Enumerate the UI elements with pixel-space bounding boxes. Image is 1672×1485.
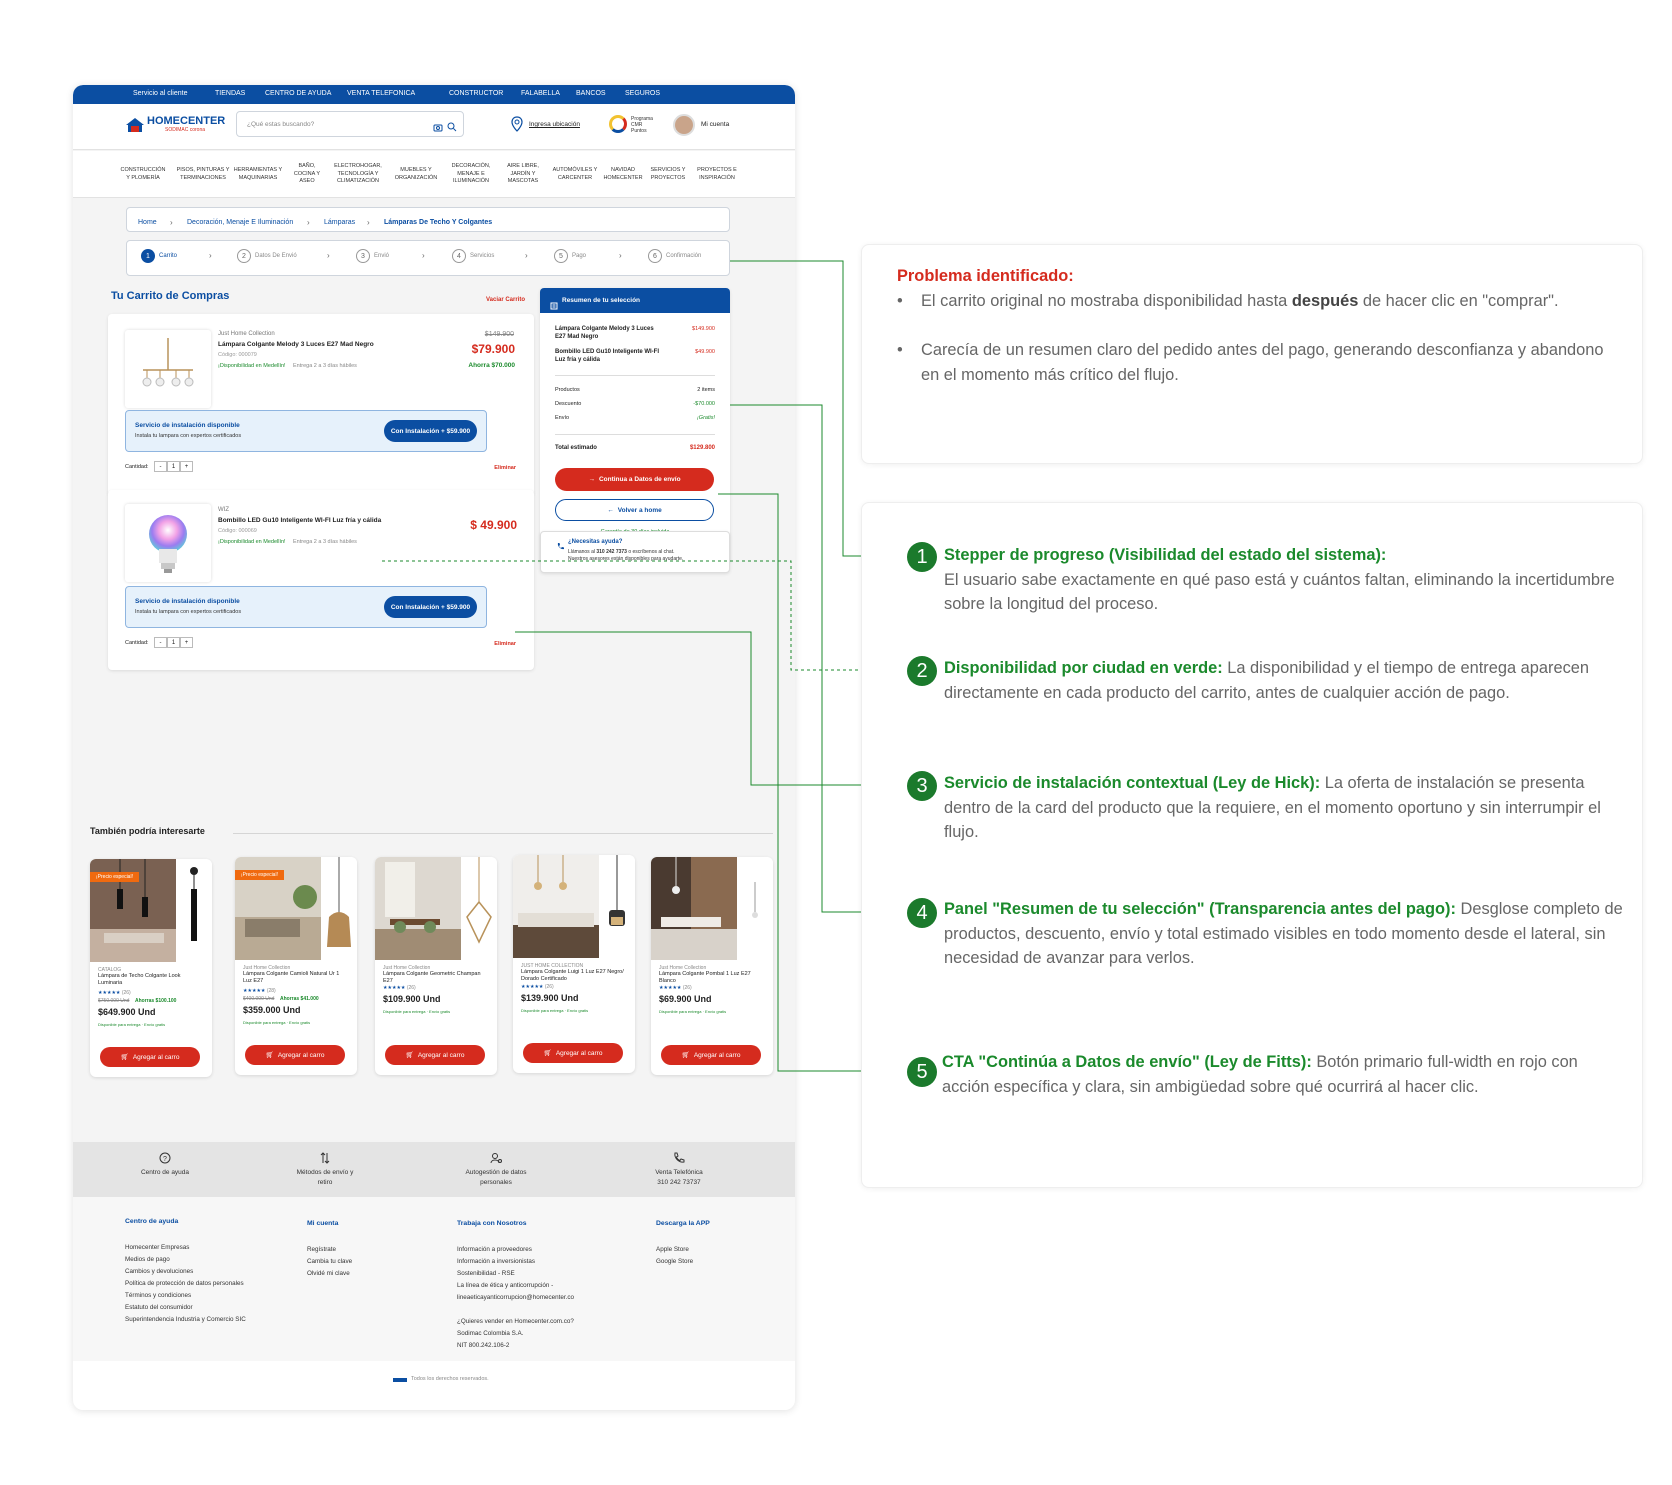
problem-text: El carrito original no mostraba disponib… [921,292,1292,310]
annotation-title: Panel "Resumen de tu selección" (Transpa… [944,900,1456,918]
connector-line [382,560,890,671]
solutions-panel: 1 Stepper de progreso (Visibilidad del e… [861,502,1643,1188]
problem-panel: Problema identificado: • El carrito orig… [861,244,1643,464]
problem-text: Carecía de un resumen claro del pedido a… [921,341,1604,384]
bullet-dot: • [897,341,903,359]
annotation-title: Stepper de progreso (Visibilidad del est… [944,546,1387,564]
problem-text: de hacer clic en "comprar". [1358,292,1559,310]
annotation-number: 2 [907,656,937,686]
annotation-text: Panel "Resumen de tu selección" (Transpa… [944,897,1624,971]
annotation-body: El usuario sabe exactamente en qué paso … [944,570,1615,614]
annotation-text: Servicio de instalación contextual (Ley … [944,771,1624,845]
connector-line [515,631,890,786]
annotation-number: 4 [907,898,937,928]
annotation-text: Stepper de progreso (Visibilidad del est… [944,543,1624,617]
problem-bullet: • El carrito original no mostraba dispon… [897,289,1617,314]
annotation-title: CTA "Continúa a Datos de envío" (Ley de … [942,1053,1312,1071]
annotation-number: 5 [907,1057,937,1087]
bullet-dot: • [897,292,903,310]
annotation-title: Servicio de instalación contextual (Ley … [944,774,1321,792]
annotation-text: CTA "Continúa a Datos de envío" (Ley de … [942,1050,1622,1099]
annotation-number: 3 [907,771,937,801]
problem-bullet: • Carecía de un resumen claro del pedido… [897,338,1617,387]
annotation-number: 1 [907,542,937,572]
problem-emphasis: después [1291,292,1359,310]
annotation-text: Disponibilidad por ciudad en verde: La d… [944,656,1624,705]
annotation-title: Disponibilidad por ciudad en verde: [944,659,1223,677]
problem-title: Problema identificado: [897,267,1074,285]
